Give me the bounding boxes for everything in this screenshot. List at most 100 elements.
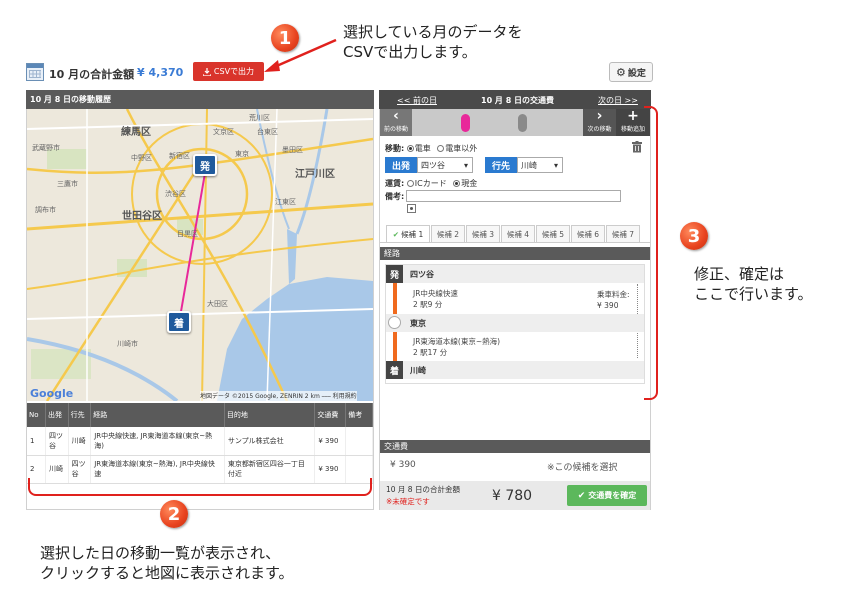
callout-2-number: 2 <box>160 500 188 528</box>
select-hint: ※この候補を選択 <box>547 463 618 473</box>
destination-select[interactable]: 川崎 ▾ <box>517 157 563 173</box>
move-other-radio[interactable] <box>437 145 445 152</box>
move-label: 移動: <box>385 144 405 153</box>
prev-trip-label: 前の移動 <box>383 126 408 133</box>
next-trip-label: 次の移動 <box>587 126 612 133</box>
map-label-shinjuku: 新宿区 <box>169 152 190 160</box>
col-departure: 出発 <box>45 403 69 427</box>
move-train-radio[interactable] <box>406 145 414 152</box>
check-icon: ✔ <box>577 490 586 501</box>
cell-note <box>345 427 373 456</box>
prev-trip-button[interactable]: ‹ 前の移動 <box>380 109 412 136</box>
callout-3-line1: 修正、確定は <box>694 265 785 283</box>
unconfirmed-note: ※未確定です <box>386 497 430 506</box>
tab-candidate-3[interactable]: 候補 3 <box>466 225 500 242</box>
tab-candidate-6[interactable]: 候補 6 <box>571 225 605 242</box>
map-label-musashino: 武蔵野市 <box>32 144 60 152</box>
col-note: 備考 <box>345 403 373 427</box>
callout-3-text: 修正、確定は ここで行います。 <box>694 264 813 304</box>
map-label-ota: 大田区 <box>207 300 228 308</box>
fare-header: 交通費 <box>380 440 650 453</box>
line-segment <box>393 332 397 362</box>
map-canvas <box>27 109 373 401</box>
destination-tag: 行先 <box>485 157 517 173</box>
tab-candidate-2[interactable]: 候補 2 <box>431 225 465 242</box>
fare-cash-label: 現金 <box>461 179 478 188</box>
cell-no: 1 <box>27 427 46 456</box>
fare-value: ¥ 390 <box>597 301 619 310</box>
departure-marker[interactable]: 発 <box>193 154 217 176</box>
calendar-icon[interactable] <box>26 63 44 81</box>
cell-destination: 川崎 <box>68 427 92 456</box>
confirm-fare-label: 交通費を確定 <box>588 491 637 500</box>
download-icon <box>202 67 211 76</box>
cell-place: サンプル株式会社 <box>224 427 316 456</box>
next-trip-button[interactable]: › 次の移動 <box>583 109 616 136</box>
cell-departure: 四ツ谷 <box>45 427 69 456</box>
note-input[interactable] <box>406 190 621 202</box>
callout-3-bracket <box>644 106 658 400</box>
caret-down-icon: ▾ <box>463 160 468 170</box>
prev-day-link[interactable]: << 前の日 <box>397 95 437 106</box>
tab-candidate-1-label: 候補 1 <box>401 229 424 239</box>
col-route: 経路 <box>90 403 225 427</box>
line-duration: 2 駅17 分 <box>413 348 448 357</box>
trip-indicator-active[interactable] <box>461 114 470 132</box>
callout-1-line1: 選択している月のデータを <box>343 23 523 41</box>
callout-1-arrow <box>264 38 337 72</box>
camera-icon[interactable] <box>407 204 416 213</box>
chevron-right-icon: › <box>596 108 603 124</box>
map-title: 10 月 8 日の移動履歴 <box>26 90 374 109</box>
line-name: JR東海道本線(東京~熱海) <box>413 337 501 346</box>
col-destination: 行先 <box>68 403 92 427</box>
map-label-nakano: 中野区 <box>131 154 152 162</box>
candidate-tabs: ✔ 候補 1 候補 2 候補 3 候補 4 候補 5 候補 6 候補 7 <box>386 225 650 242</box>
map-label-meguro: 目黒区 <box>177 230 198 238</box>
tab-candidate-1[interactable]: ✔ 候補 1 <box>386 225 430 242</box>
arrival-badge: 着 <box>386 361 403 379</box>
fare-type-row: 運賃: ICカード 現金 <box>385 178 477 189</box>
departure-badge: 発 <box>386 265 403 283</box>
fare-panel-title: 10 月 8 日の交通費 <box>481 96 555 105</box>
fare-ic-radio[interactable] <box>406 180 414 187</box>
departure-marker-label: 発 <box>200 161 210 173</box>
map-label-koto: 江東区 <box>275 198 296 206</box>
callout-2-line2: クリックすると地図に表示されます。 <box>40 564 294 582</box>
callout-2-text: 選択した日の移動一覧が表示され、 クリックすると地図に表示されます。 <box>40 543 294 583</box>
callout-2-bracket <box>28 478 372 496</box>
station-name: 川崎 <box>410 366 426 375</box>
callout-3-number: 3 <box>680 222 708 250</box>
csv-export-button[interactable]: CSVで出力 <box>193 62 264 81</box>
arrival-marker-label: 着 <box>174 318 184 330</box>
settings-button[interactable]: ⚙ 設定 <box>609 62 653 82</box>
next-day-link[interactable]: 次の日 >> <box>598 95 638 106</box>
map-copyright: 地図データ ©2015 Google, ZENRIN 2 km ⎯⎯⎯ 利用規約 <box>200 391 357 401</box>
fare-cash-radio[interactable] <box>453 180 461 187</box>
callout-1-text: 選択している月のデータを CSVで出力します。 <box>343 22 523 62</box>
tabs-divider <box>380 242 650 243</box>
departure-select[interactable]: 四ツ谷 ▾ <box>417 157 473 173</box>
arrival-marker[interactable]: 着 <box>167 311 191 333</box>
line-segment-info: JR中央線快速 2 駅9 分 <box>413 288 458 310</box>
fare-caption: 乗車料金: <box>597 290 630 299</box>
settings-label: 設定 <box>627 68 646 79</box>
departure-select-value: 四ツ谷 <box>421 160 445 170</box>
tab-candidate-5[interactable]: 候補 5 <box>536 225 570 242</box>
map-view[interactable]: 練馬区 世田谷区 江戸川区 武蔵野市 三鷹市 調布市 中野区 新宿区 東京 文京… <box>27 109 373 401</box>
trash-icon[interactable] <box>632 141 642 153</box>
col-place: 目的地 <box>224 403 316 427</box>
line-segment-info: JR東海道本線(東京~熱海) 2 駅17 分 <box>413 336 500 358</box>
tab-candidate-7[interactable]: 候補 7 <box>606 225 640 242</box>
confirm-fare-button[interactable]: ✔ 交通費を確定 <box>567 485 647 506</box>
col-no: No <box>27 403 46 427</box>
map-label-nerima: 練馬区 <box>121 127 151 138</box>
fare-panel-header: << 前の日 10 月 8 日の交通費 次の日 >> <box>379 90 651 109</box>
month-total-amount: ¥ 4,370 <box>137 66 184 79</box>
trip-indicator[interactable] <box>518 114 527 132</box>
fare-ic-label: ICカード <box>414 179 447 188</box>
col-fare: 交通費 <box>314 403 347 427</box>
tab-candidate-4[interactable]: 候補 4 <box>501 225 535 242</box>
map-label-taito: 台東区 <box>257 128 278 136</box>
gear-icon: ⚙ <box>616 65 626 79</box>
table-row[interactable]: 1 四ツ谷 川崎 JR中央線快速, JR東海道本線(東京~熱海) サンプル株式会… <box>27 427 373 456</box>
